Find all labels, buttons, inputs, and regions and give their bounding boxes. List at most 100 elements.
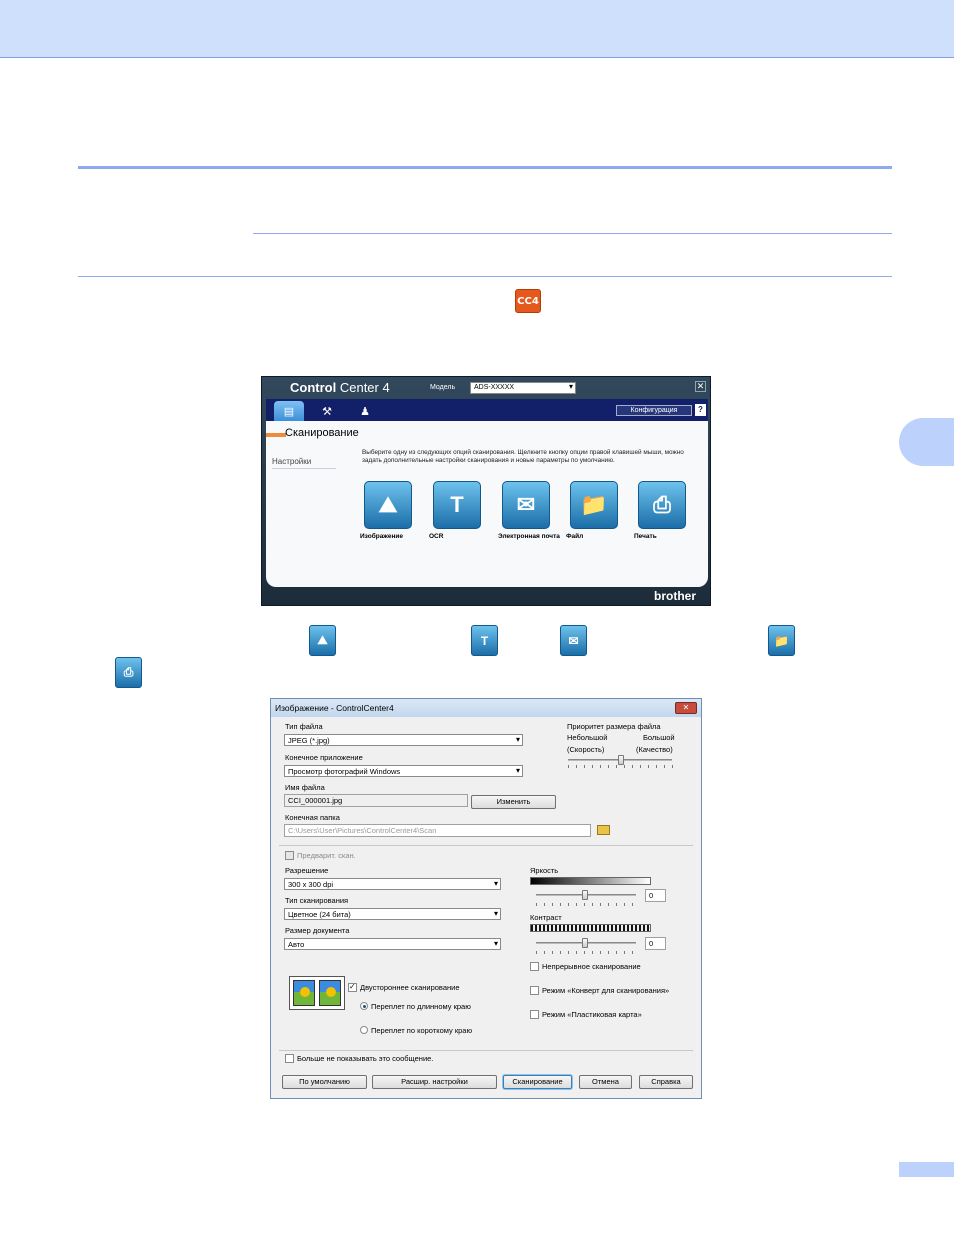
target-app-select[interactable]: Просмотр фотографий Windows [284,765,523,777]
binding-long-radio[interactable] [360,1002,368,1010]
file-name-label: Имя файла [285,783,325,792]
chapter-tab [899,418,954,466]
file-type-label: Тип файла [285,722,323,731]
change-button[interactable]: Изменить [471,795,556,809]
cc4-icon: CC4 [515,289,541,313]
print-icon: ⎙ [638,481,686,529]
doc-size-label: Размер документа [285,926,350,935]
section-rule-top [78,166,892,169]
dest-folder-label: Конечная папка [285,813,340,822]
prescan-label: Предварит. скан. [297,851,356,860]
priority-small-label: Небольшой [567,733,608,742]
email-icon: ✉ [560,625,587,656]
contrast-value[interactable]: 0 [645,937,666,950]
folder-browse-icon[interactable] [597,825,610,835]
dialog-title: Изображение - ControlCenter4 [275,703,394,713]
help-button[interactable]: Справка [639,1075,693,1089]
default-button[interactable]: По умолчанию [282,1075,367,1089]
duplex-checkbox[interactable] [348,982,357,992]
contrast-label: Контраст [530,913,562,922]
binding-short-radio[interactable] [360,1026,368,1034]
folder-icon: 📁 [570,481,618,529]
sidebar-item-settings[interactable]: Настройки [272,457,336,469]
plastic-card-label: Режим «Пластиковая карта» [542,1010,642,1019]
image-icon: ⛰ [364,481,412,529]
duplex-preview-image [289,976,345,1010]
priority-label: Приоритет размера файла [567,722,661,731]
priority-large-sub: (Качество) [636,745,673,754]
resolution-select[interactable]: 300 x 300 dpi [284,878,501,890]
file-type-select[interactable]: JPEG (*.jpg) [284,734,523,746]
ocr-scan-button[interactable]: T OCR [429,481,485,540]
brightness-ticks [536,903,640,906]
brightness-gradient [530,877,651,885]
brightness-value[interactable]: 0 [645,889,666,902]
cancel-button[interactable]: Отмена [579,1075,632,1089]
scan-type-label: Тип сканирования [285,896,349,905]
file-name-field[interactable]: CCI_000001.jpg [284,794,468,807]
page-header-band [0,0,954,58]
scan-tab-icon[interactable]: ▤ [274,401,304,421]
section-title: Сканирование [285,427,359,439]
separator [279,1050,693,1051]
dest-folder-field[interactable]: C:\Users\User\Pictures\ControlCenter4\Sc… [284,824,591,837]
target-app-label: Конечное приложение [285,753,363,762]
print-scan-button[interactable]: ⎙ Печать [634,481,690,540]
section-rule-middle [253,233,892,234]
advanced-settings-button[interactable]: Расшир. настройки [372,1075,497,1089]
scan-button[interactable]: Сканирование [503,1075,572,1089]
image-icon: ⛰ [309,625,336,656]
duplex-label: Двустороннее сканирование [360,983,460,992]
close-icon[interactable]: ✕ [675,702,697,714]
carrier-sheet-checkbox[interactable] [530,986,539,995]
ocr-icon: T [433,481,481,529]
resolution-label: Разрешение [285,866,329,875]
contrast-bar [530,924,651,932]
dont-show-checkbox[interactable] [285,1054,294,1063]
doc-size-select[interactable]: Авто [284,938,501,950]
page-number-tab [899,1162,954,1177]
user-tab-icon[interactable]: ♟ [350,401,380,421]
binding-short-label: Переплет по короткому краю [371,1026,473,1035]
tools-tab-icon[interactable]: ⚒ [312,401,342,421]
help-icon[interactable]: ? [695,404,706,416]
priority-large-label: Большой [643,733,675,742]
scan-type-select[interactable]: Цветное (24 бита) [284,908,501,920]
close-icon[interactable]: ✕ [695,381,706,392]
prescan-checkbox[interactable] [285,851,294,860]
config-button[interactable]: Конфигурация [616,405,692,416]
priority-small-sub: (Скорость) [567,745,605,754]
section-rule-bottom [78,276,892,277]
contrast-slider-thumb[interactable] [582,938,588,948]
duplex-page-front [293,980,315,1006]
controlcenter-body: Сканирование Настройки Выберите одну из … [266,421,708,587]
file-scan-button[interactable]: 📁 Файл [566,481,622,540]
contrast-ticks [536,951,640,954]
continuous-label: Непрерывное сканирование [542,962,641,971]
controlcenter-window: Control Center 4 Модель ADS-XXXXX ✕ ▤ ⚒ … [261,376,711,606]
dialog-titlebar: Изображение - ControlCenter4 ✕ [271,699,701,717]
image-scan-button[interactable]: ⛰ Изображение [360,481,416,540]
binding-long-label: Переплет по длинному краю [371,1002,471,1011]
ocr-icon: T [471,625,498,656]
email-icon: ✉ [502,481,550,529]
brightness-label: Яркость [530,866,559,875]
controlcenter-toolbar: ▤ ⚒ ♟ Конфигурация ? [266,399,708,421]
priority-slider-thumb[interactable] [618,755,624,765]
brightness-slider-thumb[interactable] [582,890,588,900]
carrier-sheet-label: Режим «Конверт для сканирования» [542,986,670,995]
email-scan-button[interactable]: ✉ Электронная почта [498,481,560,540]
folder-icon: 📁 [768,625,795,656]
section-marker [266,433,286,437]
separator [279,845,693,846]
print-icon: ⎙ [115,657,142,688]
controlcenter-logo: Control Center 4 [290,380,390,395]
duplex-page-back [319,980,341,1006]
priority-ticks [568,765,676,768]
continuous-checkbox[interactable] [530,962,539,971]
model-label: Модель [430,384,456,391]
brother-logo: brother [654,589,696,603]
model-select[interactable]: ADS-XXXXX [470,382,576,394]
plastic-card-checkbox[interactable] [530,1010,539,1019]
dont-show-label: Больше не показывать это сообщение. [297,1054,434,1063]
